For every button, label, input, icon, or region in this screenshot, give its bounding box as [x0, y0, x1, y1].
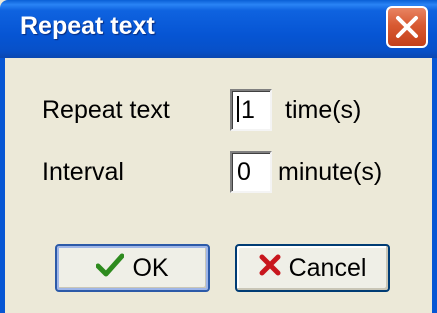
window-title: Repeat text	[20, 12, 155, 40]
title-bar[interactable]: Repeat text	[0, 0, 437, 58]
repeat-count-input[interactable]: 1	[230, 89, 272, 131]
cancel-button-label: Cancel	[288, 253, 367, 282]
interval-value: 0	[237, 158, 251, 186]
repeat-unit-label: time(s)	[285, 96, 362, 124]
window-frame-right	[432, 58, 437, 313]
text-caret	[237, 96, 239, 122]
interval-unit-label: minute(s)	[278, 158, 383, 186]
ok-button[interactable]: OK	[55, 244, 210, 292]
window-frame-left	[0, 58, 5, 313]
interval-label: Interval	[42, 158, 124, 186]
cancel-button[interactable]: Cancel	[235, 244, 390, 292]
repeat-count-value: 1	[241, 96, 255, 124]
checkmark-icon	[95, 253, 125, 284]
ok-button-label: OK	[132, 253, 169, 282]
x-icon	[259, 254, 281, 283]
close-button[interactable]	[386, 6, 428, 48]
repeat-text-label: Repeat text	[42, 96, 170, 124]
dialog-window: Repeat text Repeat text 1 time(s) Interv…	[0, 0, 437, 313]
close-icon	[396, 16, 418, 38]
interval-input[interactable]: 0	[230, 151, 272, 193]
